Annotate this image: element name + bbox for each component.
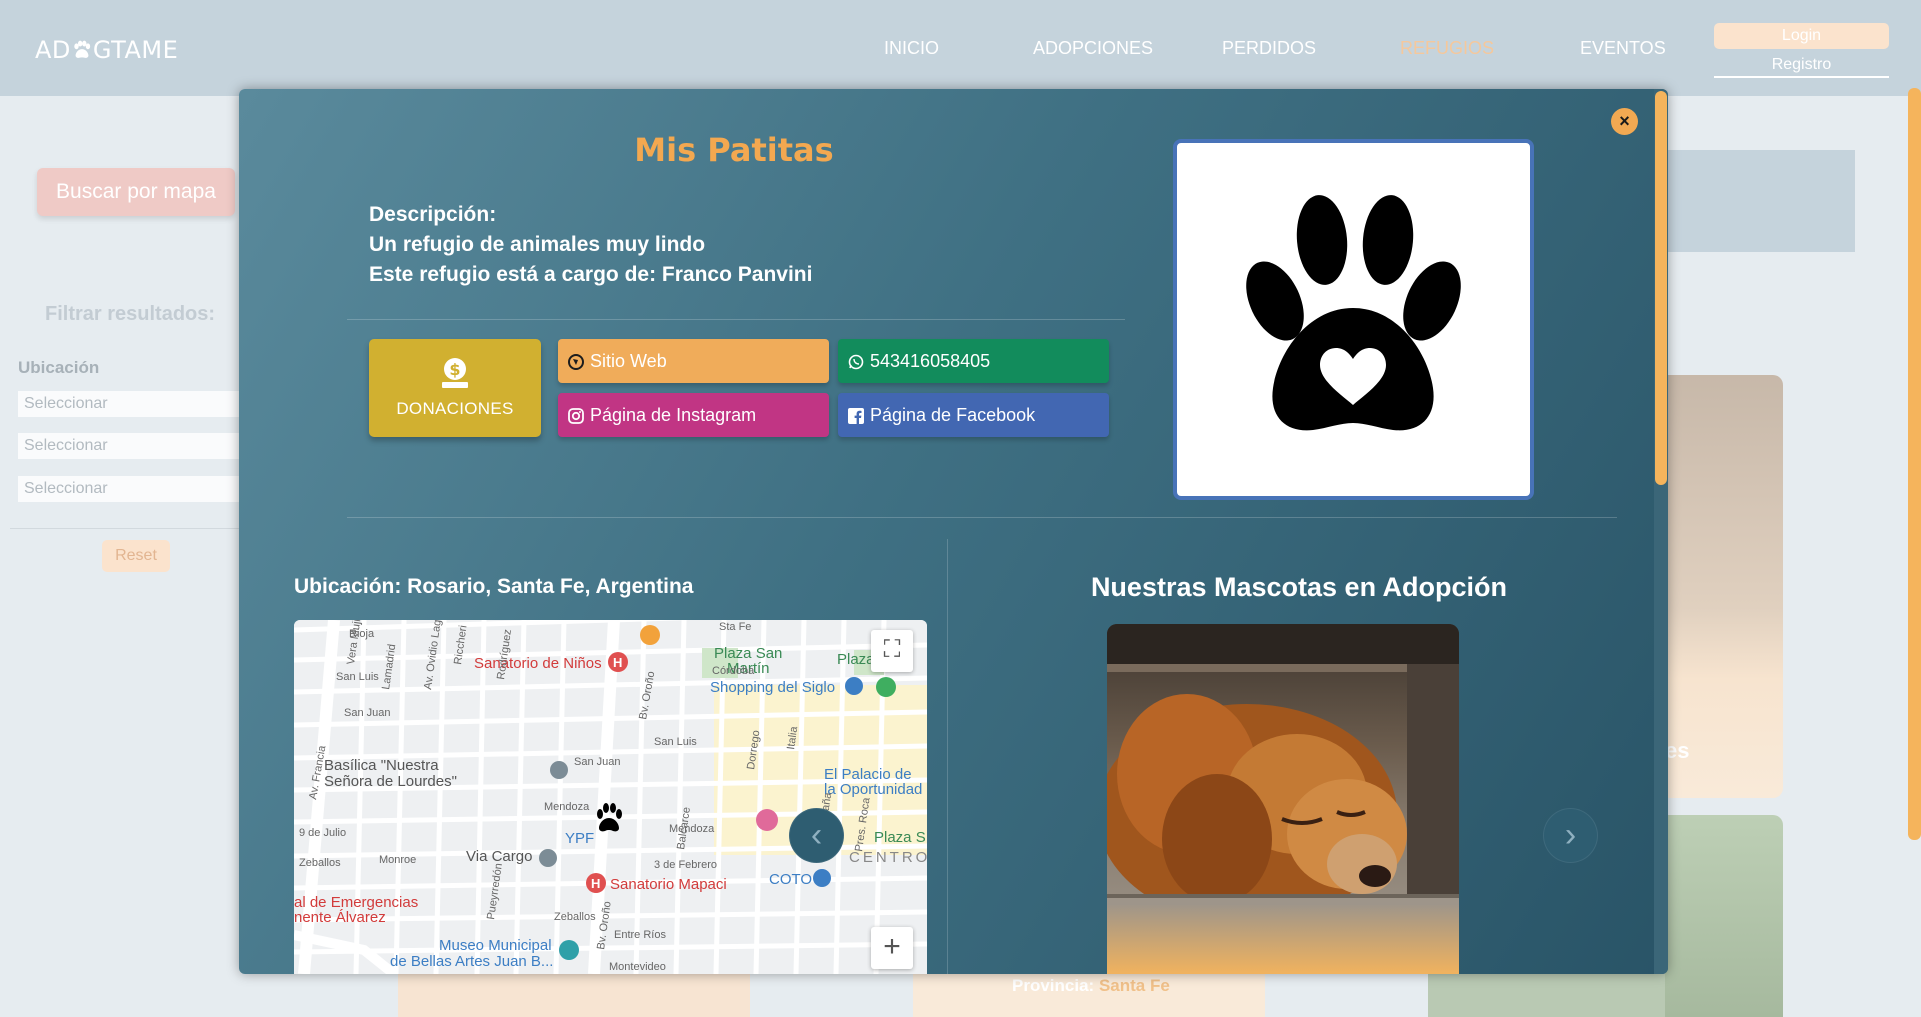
location-map[interactable]: Sanatorio de Niños H Plaza San Martín Pl… [294, 620, 927, 974]
whatsapp-icon [848, 354, 864, 370]
shelter-logo-frame [1173, 139, 1534, 500]
modal-scrollbar-thumb[interactable] [1655, 91, 1667, 485]
instagram-label: Página de Instagram [590, 405, 757, 425]
login-button[interactable]: Login [1714, 23, 1889, 49]
background-shelter-card[interactable] [1665, 815, 1783, 1017]
map-label: Museo Municipal [439, 937, 552, 954]
country-select[interactable]: Seleccionar [18, 391, 240, 417]
svg-text:H: H [613, 655, 622, 670]
street-label: San Luis [336, 671, 379, 683]
paw-heart-icon [1246, 195, 1461, 431]
donations-button[interactable]: $ DONACIONES [369, 339, 541, 437]
globe-icon [568, 354, 584, 370]
street-label: Córdoba [712, 665, 755, 677]
map-label: Sanatorio Mapaci [610, 876, 727, 893]
map-label: Basílica "Nuestra [324, 757, 439, 774]
street-label: San Juan [344, 707, 390, 719]
province-label: Provincia: [1012, 976, 1095, 995]
nav-eventos[interactable]: EVENTOS [1580, 38, 1666, 59]
divider [347, 319, 1125, 320]
map-label: de Bellas Artes Juan B... [390, 953, 553, 970]
pets-title: Nuestras Mascotas en Adopción [1090, 572, 1508, 602]
map-label: YPF [565, 830, 594, 847]
svg-text:$: $ [449, 360, 460, 379]
nav-adopciones[interactable]: ADOPCIONES [1033, 38, 1153, 59]
whatsapp-number: 543416058405 [870, 351, 991, 371]
description-text: Un refugio de animales muy lindo [369, 233, 706, 256]
background-shelter-card[interactable] [1665, 375, 1783, 798]
divider [347, 517, 1617, 518]
filter-title: Filtrar resultados: [45, 303, 216, 325]
street-label: 9 de Julio [299, 827, 346, 839]
map-label: Plaza [837, 651, 875, 668]
column-divider [947, 539, 948, 974]
instagram-icon [568, 408, 584, 424]
map-label: nente Álvarez [294, 909, 386, 926]
manager-text: Este refugio está a cargo de: Franco Pan… [369, 263, 813, 286]
location-filter-label: Ubicación [18, 358, 100, 377]
instagram-button[interactable]: Página de Instagram [558, 393, 829, 437]
background-shelter-card[interactable] [1428, 968, 1665, 1017]
street-label: Mendoza [669, 823, 715, 835]
map-label: Via Cargo [466, 848, 532, 865]
facebook-button[interactable]: Página de Facebook [838, 393, 1109, 437]
register-button[interactable]: Registro [1714, 52, 1889, 78]
street-label: Zeballos [554, 911, 596, 923]
site-logo[interactable]: AD GTAME [35, 36, 178, 64]
paw-logo-icon [74, 40, 91, 58]
facebook-label: Página de Facebook [870, 405, 1036, 425]
navbar: AD GTAME INICIO ADOPCIONES PERDIDOS REFUG… [0, 0, 1921, 96]
street-label: Entre Ríos [614, 929, 666, 941]
nav-perdidos[interactable]: PERDIDOS [1222, 38, 1316, 59]
map-canvas[interactable]: Sanatorio de Niños H Plaza San Martín Pl… [294, 620, 927, 974]
close-button[interactable]: × [1611, 108, 1638, 135]
background-province: Provincia: Santa Fe [1012, 976, 1170, 996]
street-label: Mendoza [544, 801, 590, 813]
whatsapp-button[interactable]: 543416058405 [838, 339, 1109, 383]
dog-photo [1107, 624, 1459, 974]
map-label: Shopping del Siglo [710, 679, 835, 696]
carousel-prev-button[interactable]: ‹ [789, 808, 844, 863]
map-label: COTO [769, 871, 812, 888]
website-button[interactable]: Sitio Web [558, 339, 829, 383]
map-label: Plaza S [874, 829, 926, 846]
background-card-text: es [1665, 738, 1690, 763]
location-label: Ubicación: Rosario, Santa Fe, Argentina [294, 575, 694, 598]
filter-divider [10, 528, 240, 529]
street-label: 3 de Febrero [654, 859, 717, 871]
facebook-icon [848, 408, 864, 424]
background-shelter-card[interactable] [398, 968, 750, 1017]
page-scrollbar[interactable] [1908, 88, 1921, 840]
nav-refugios[interactable]: REFUGIOS [1400, 38, 1494, 59]
svg-text:H: H [591, 876, 600, 891]
street-label: Monroe [379, 854, 416, 866]
carousel-next-button[interactable]: › [1543, 808, 1598, 863]
street-label: Zeballos [299, 857, 341, 869]
city-select[interactable]: Seleccionar [18, 476, 240, 502]
province-value: Santa Fe [1098, 976, 1170, 995]
description-heading: Descripción: [369, 203, 497, 226]
search-by-map-button[interactable]: Buscar por mapa [37, 168, 235, 216]
shelter-title: Mis Patitas [634, 131, 834, 169]
street-label: San Juan [574, 756, 620, 768]
pet-photo[interactable] [1107, 624, 1459, 974]
reset-button[interactable]: Reset [102, 540, 170, 572]
nav-inicio[interactable]: INICIO [884, 38, 939, 59]
map-label: Sanatorio de Niños [474, 655, 602, 672]
fullscreen-button[interactable]: ⛶ [871, 630, 913, 672]
website-label: Sitio Web [590, 351, 667, 371]
money-bag-icon: $ [442, 358, 468, 388]
map-label: la Oportunidad [824, 781, 922, 798]
donations-label: DONACIONES [396, 399, 514, 418]
zoom-in-button[interactable]: + [871, 927, 913, 969]
map-label: Señora de Lourdes" [324, 773, 457, 790]
shelter-modal: × Mis Patitas Descripción: Un refugio de… [239, 89, 1668, 974]
province-select[interactable]: Seleccionar [18, 433, 240, 459]
background-panel [1665, 150, 1855, 252]
street-label: Montevideo [609, 961, 666, 973]
street-label: San Luis [654, 736, 697, 748]
street-label: Sta Fe [719, 621, 751, 633]
